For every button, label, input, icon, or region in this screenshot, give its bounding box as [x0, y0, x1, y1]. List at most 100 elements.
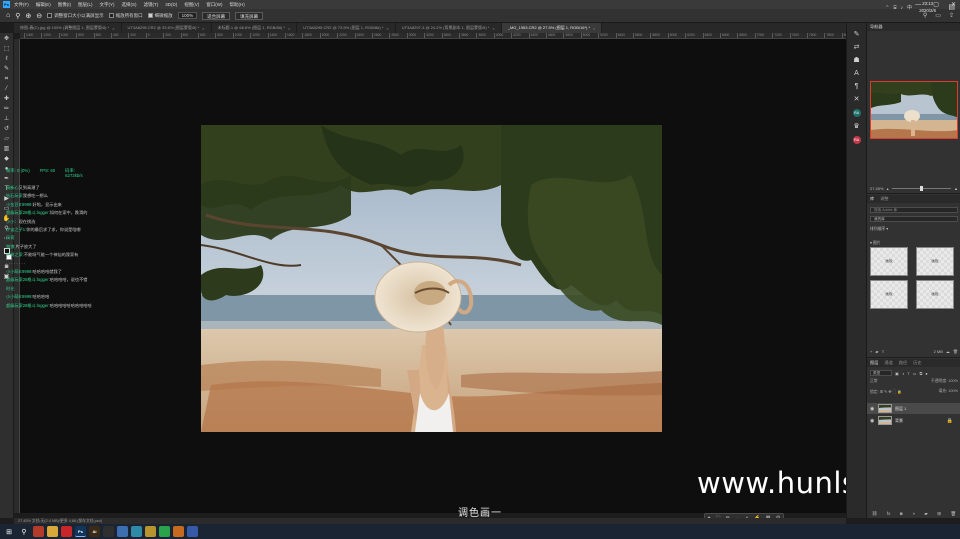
ra-plugin-red-icon[interactable]: RA [852, 136, 861, 144]
gradient-tool-icon[interactable]: ▥ [2, 145, 11, 152]
taskbar-search-icon[interactable]: ⚲ [18, 526, 30, 537]
zoom-in-icon[interactable]: ⊕ [25, 12, 31, 20]
resize-windows-checkbox[interactable]: 调整窗口大小以满屏显示 [47, 13, 104, 19]
character-icon[interactable]: A [854, 70, 859, 77]
tab-adjustments[interactable]: 调整 [880, 195, 888, 203]
menu-item[interactable]: 滤镜(T) [144, 2, 159, 8]
new-layer-icon[interactable]: ⊞ [937, 511, 941, 517]
brush-tool-icon[interactable]: ✏ [2, 105, 11, 112]
document-photo[interactable] [201, 125, 662, 432]
mask-icon[interactable]: ◙ [900, 511, 903, 517]
close-tab-icon[interactable]: × [288, 26, 290, 31]
zoom-in-large-icon[interactable]: ▲ [954, 186, 958, 191]
layer-kind-select[interactable]: 类型 [870, 370, 892, 376]
blur-tool-icon[interactable]: ◆ [2, 155, 11, 162]
canvas-area[interactable] [20, 39, 846, 513]
layer-row[interactable]: ◉ 图层 1 [867, 403, 960, 414]
document-tab[interactable]: UT3A8295.CR2 @ 33.6% (图层蒙版/8) * × [122, 23, 212, 33]
notification-icon[interactable]: ▤ [948, 3, 955, 11]
navigator-zoom-slider[interactable] [891, 185, 952, 191]
tab-libraries[interactable]: 库 [870, 195, 874, 203]
opacity-value[interactable]: 100% [948, 379, 958, 383]
eyedropper-tool-icon[interactable]: ⁄ [2, 85, 11, 92]
close-tab-icon[interactable]: × [112, 26, 114, 31]
healing-tool-icon[interactable]: ✚ [2, 95, 11, 102]
taskbar-word-app-icon[interactable] [187, 526, 198, 537]
cloud-icon[interactable]: ☁ [946, 349, 950, 354]
fill-value[interactable]: 100% [948, 389, 958, 393]
document-tab[interactable]: UT3A8295.CR2 @ 73.5% (图层 1, RGB/8#) * × [297, 23, 396, 33]
share-icon[interactable]: ⇪ [949, 12, 954, 19]
document-tab[interactable]: 未标题-1 @ 66.6% (图层 1, RGB/8#) * × [212, 23, 298, 33]
slider-knob[interactable] [920, 185, 924, 191]
layers-panel-tab[interactable]: 路径 [899, 359, 907, 367]
layers-panel-tab[interactable]: 图层 [870, 359, 878, 367]
crop-tool-icon[interactable]: ⌗ [2, 75, 11, 82]
library-asset[interactable]: 画板 [870, 247, 908, 276]
network-icon[interactable]: ⌸ [893, 5, 896, 11]
library-asset[interactable]: 画板 [916, 280, 954, 309]
taskbar-wechat-icon[interactable] [159, 526, 170, 537]
navigator-thumbnail[interactable] [870, 81, 958, 139]
layer-row[interactable]: ◉ 背景 🔒 [867, 415, 960, 426]
history-brush-tool-icon[interactable]: ↺ [2, 125, 11, 132]
filter-toggle-icon[interactable]: ● [925, 371, 927, 376]
close-tab-icon[interactable]: × [492, 26, 494, 31]
taskbar-blue-app-icon[interactable] [117, 526, 128, 537]
library-sort[interactable]: 排列顺序 ▾ [870, 226, 888, 232]
zoom-value-field[interactable]: 100% [177, 12, 198, 19]
fill-screen-button[interactable]: 填充屏幕 [235, 11, 264, 20]
tools-cross-icon[interactable]: ✕ [854, 96, 860, 103]
move-tool-icon[interactable]: ✥ [2, 35, 11, 42]
library-select[interactable]: 我的库 [870, 216, 958, 222]
crown-icon[interactable]: ♛ [853, 123, 859, 130]
lasso-tool-icon[interactable]: ℓ [2, 55, 11, 62]
taskbar-lr-app-icon[interactable] [103, 526, 114, 537]
trash-icon[interactable]: 🗑 [953, 349, 958, 354]
taskbar-illustrator-icon[interactable]: Ai [89, 526, 100, 537]
filter-type-icon[interactable]: T [907, 371, 909, 376]
brush-settings-icon[interactable]: ✎ [854, 31, 860, 38]
home-icon[interactable]: ⌂ [6, 12, 10, 19]
volume-icon[interactable]: ♪ [900, 5, 903, 11]
close-tab-icon[interactable]: × [202, 26, 204, 31]
menu-item[interactable]: 图层(L) [78, 2, 93, 8]
menu-item[interactable]: 图像(I) [58, 2, 71, 8]
ra-plugin-icon[interactable]: RA [852, 109, 861, 117]
taskbar-yellow-app-icon[interactable] [145, 526, 156, 537]
menu-item[interactable]: 帮助(H) [230, 2, 245, 8]
layers-panel-tab[interactable]: 历史 [913, 359, 921, 367]
taskbar-search-icon[interactable] [33, 526, 44, 537]
marquee-tool-icon[interactable]: ⬚ [2, 45, 11, 52]
fit-screen-button[interactable]: 适合屏幕 [202, 11, 231, 20]
lock-icons[interactable]: ⊞ ✎ ✥ ⬚ 🔒 [880, 390, 902, 394]
folder-icon[interactable]: ▰ [875, 349, 878, 354]
eraser-tool-icon[interactable]: ▱ [2, 135, 11, 142]
taskbar-cyan-app-icon[interactable] [131, 526, 142, 537]
adjustment-icon[interactable]: ◑ [912, 511, 915, 517]
zoom-out-small-icon[interactable]: ▴ [887, 186, 889, 191]
link-icon[interactable]: ⛓ [872, 511, 878, 517]
filter-smart-icon[interactable]: ⧉ [919, 371, 922, 376]
visibility-eye-icon[interactable]: ◉ [870, 406, 875, 412]
document-tab[interactable]: _MG_1953.CR2 @ 27.5% (图层 1, RGB/16*) * × [501, 23, 603, 33]
swap-icon[interactable]: ⇄ [854, 44, 860, 51]
windows-start-icon[interactable]: ⊞ [3, 526, 15, 537]
taskbar-orange-app-icon[interactable] [173, 526, 184, 537]
layers-panel-tab[interactable]: 通道 [884, 359, 892, 367]
scrubby-zoom-checkbox[interactable]: 细微缩放 [147, 13, 173, 19]
language-indicator[interactable]: 中 [907, 4, 912, 11]
filter-shape-icon[interactable]: ▭ [913, 371, 917, 376]
menu-item[interactable]: 文件(F) [14, 2, 29, 8]
tray-arrow-icon[interactable]: ⌃ [885, 5, 889, 11]
menu-item[interactable]: 3D(D) [165, 2, 177, 8]
add-icon[interactable]: + [870, 349, 872, 354]
library-asset[interactable]: 画板 [870, 280, 908, 309]
zoom-tool-icon[interactable]: ⚲ [15, 12, 20, 20]
quick-select-tool-icon[interactable]: ✎ [2, 65, 11, 72]
library-search-input[interactable]: 搜索 Adobe 库 [870, 207, 958, 213]
menu-item[interactable]: 视图(V) [184, 2, 199, 8]
taskbar-red-app-icon[interactable] [61, 526, 72, 537]
fx-icon[interactable]: fx [887, 511, 891, 517]
navigator-tab[interactable]: 导航器 [870, 23, 883, 31]
